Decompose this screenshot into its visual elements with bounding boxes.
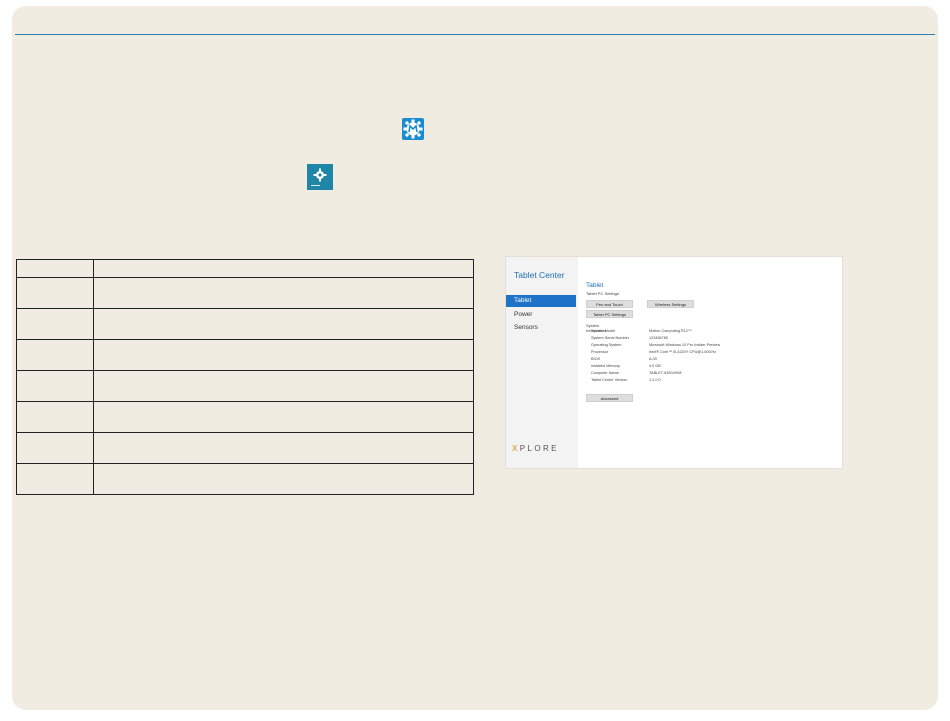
page-background: Tablet Center Tablet Power Sensors XPLOR… [12, 6, 938, 710]
nav-item-power[interactable]: Power [506, 309, 576, 321]
advanced-button[interactable]: Advanced [586, 394, 633, 402]
tablet-center-title: Tablet Center [514, 270, 565, 280]
nav-item-tablet[interactable]: Tablet [506, 295, 576, 307]
tablet-center-screenshot: Tablet Center Tablet Power Sensors XPLOR… [506, 257, 842, 468]
wireless-settings-button[interactable]: Wireless Settings [647, 300, 694, 308]
table-cell [16, 432, 94, 464]
system-info-value: 1.2.0.0 [649, 378, 661, 382]
table-cell [16, 339, 94, 371]
table-cell [16, 308, 94, 340]
table-cell [16, 401, 94, 433]
table-row [16, 432, 474, 464]
system-info-value: Intel® Core™ i5-4220Y CPU@1.60GHz [649, 350, 717, 354]
xplore-logo-x: X [512, 444, 520, 453]
system-info-label: Tablet Center Version [591, 378, 628, 382]
table-cell [16, 277, 94, 309]
system-info-label: BIOS [591, 357, 601, 361]
system-info-row: Tablet Center Version 1.2.0.0 [591, 378, 661, 383]
tablet-center-tile-icon [307, 164, 333, 190]
system-info-label: System Model [591, 329, 616, 333]
table-cell [93, 308, 474, 340]
system-info-label: Installed Memory [591, 364, 620, 368]
system-info-row: System Serial Number 123456789 [591, 336, 668, 341]
xplore-logo-rest: PLORE [519, 444, 559, 453]
system-info-value: A.00 [649, 357, 657, 361]
system-info-value: Motion Computing R12™ [649, 329, 692, 333]
system-info-label: System Serial Number [591, 336, 629, 340]
system-info-value: TABLET-6390JH08 [649, 371, 682, 375]
nav-item-sensors[interactable]: Sensors [506, 322, 576, 334]
table-row [16, 370, 474, 402]
table-cell [93, 277, 474, 309]
system-info-label: Operating System [591, 343, 622, 347]
system-info-label: Computer Name [591, 371, 619, 375]
settings-gear-m-icon [402, 118, 424, 140]
table-cell [16, 463, 94, 495]
table-cell [93, 339, 474, 371]
table-cell [93, 370, 474, 402]
table-cell [93, 259, 474, 278]
system-info-row: BIOS A.00 [591, 357, 657, 362]
system-info-value: 4.0 GB [649, 364, 661, 368]
table-cell [93, 401, 474, 433]
table-cell [93, 432, 474, 464]
system-info-row: Computer Name TABLET-6390JH08 [591, 371, 681, 376]
section-heading: Tablet [586, 282, 604, 289]
system-info-label: Processor [591, 350, 609, 354]
xplore-logo: XPLORE [512, 444, 559, 453]
system-info-value: 123456789 [649, 336, 669, 340]
system-info-row: System Model Motion Computing R12™ [591, 329, 692, 334]
tablet-pc-settings-button[interactable]: Tablet PC Settings [586, 310, 633, 318]
table-row [16, 308, 474, 340]
table-cell [16, 259, 94, 278]
system-info-value: Microsoft Windows 10 Pro Insider Preview [649, 343, 721, 347]
spec-table [16, 259, 474, 495]
system-info-row: Installed Memory 4.0 GB [591, 364, 661, 369]
tablet-center-sidebar: Tablet Center Tablet Power Sensors XPLOR… [506, 257, 578, 468]
system-info-row: Processor Intel® Core™ i5-4220Y CPU@1.60G… [591, 350, 716, 355]
system-info-row: Operating System Microsoft Windows 10 Pro… [591, 343, 720, 348]
table-row [16, 339, 474, 371]
table-row [16, 277, 474, 309]
header-rule [15, 34, 935, 35]
table-row [16, 463, 474, 495]
table-cell [93, 463, 474, 495]
section-subheading: Tablet PC Settings [586, 291, 619, 296]
pen-and-touch-button[interactable]: Pen and Touch [586, 300, 633, 308]
table-row [16, 401, 474, 433]
table-row [16, 259, 474, 278]
table-cell [16, 370, 94, 402]
